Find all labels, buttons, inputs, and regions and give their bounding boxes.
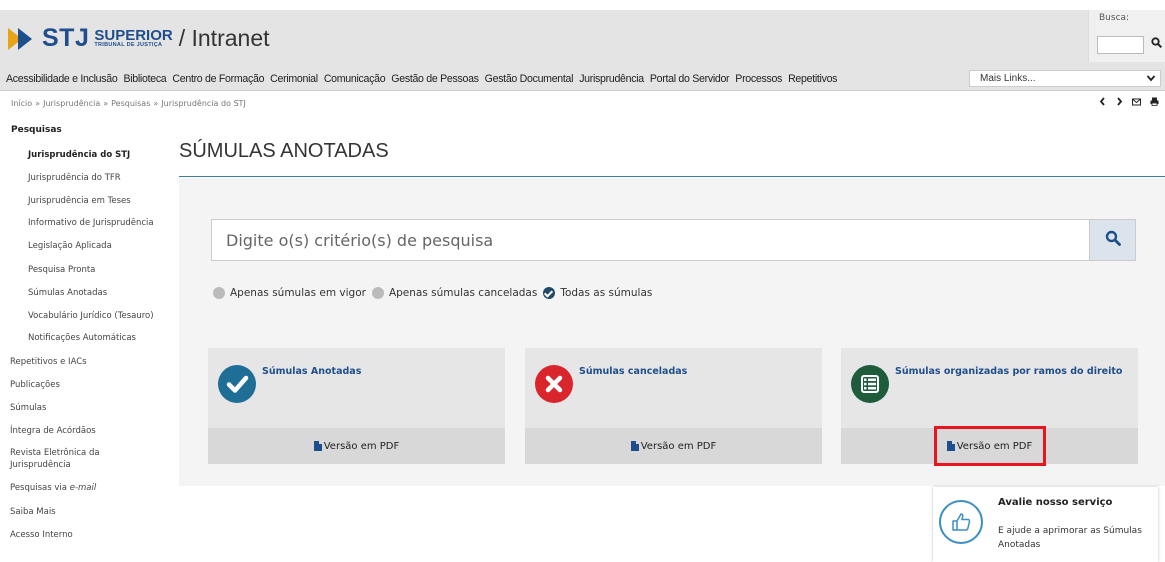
print-icon[interactable] xyxy=(1150,97,1159,109)
nav-item-gestao-pessoas[interactable]: Gestão de Pessoas xyxy=(391,73,479,85)
sumula-filter-radios: Apenas súmulas em vigor Apenas súmulas c… xyxy=(213,287,658,299)
highlight-box xyxy=(934,426,1046,466)
search-box xyxy=(211,219,1136,261)
card-title[interactable]: Súmulas organizadas por ramos do direito xyxy=(895,363,1125,380)
thumbs-up-icon xyxy=(939,500,983,544)
stj-logo-mark-icon xyxy=(8,26,38,52)
feedback-title: Avalie nosso serviço xyxy=(998,497,1113,508)
breadcrumb-item[interactable]: Jurisprudência do STJ xyxy=(161,99,246,108)
nav-item-repetitivos[interactable]: Repetitivos xyxy=(788,73,837,85)
pdf-file-icon xyxy=(313,441,322,451)
nav-item-jurisprudencia[interactable]: Jurisprudência xyxy=(579,73,644,85)
logo-stj-text: STJ xyxy=(42,24,90,52)
sidebar-item-saiba-mais[interactable]: Saiba Mais xyxy=(10,507,56,517)
breadcrumb: Início» Jurisprudência» Pesquisas» Jurispru… xyxy=(11,99,246,108)
sidebar-item-revista-eletronica[interactable]: Revista Eletrônica da xyxy=(10,448,100,458)
sidebar-item-acesso-interno[interactable]: Acesso Interno xyxy=(10,530,73,540)
sidebar-item-jurisprudencia-tfr[interactable]: Jurisprudência do TFR xyxy=(28,173,121,183)
radio-todas[interactable]: Todas as súmulas xyxy=(543,287,652,299)
logo-intranet-text: / Intranet xyxy=(178,25,270,51)
radio-unchecked-icon xyxy=(213,287,225,299)
card-sumulas-canceladas: Súmulas canceladas Versão em PDF xyxy=(525,348,822,464)
busca-panel: Busca: xyxy=(1088,10,1165,62)
nav-item-acessibilidade[interactable]: Acessibilidade e Inclusão xyxy=(6,73,118,85)
sidebar-item-notificacoes[interactable]: Notificações Automáticas xyxy=(28,333,136,343)
pdf-link[interactable]: Versão em PDF xyxy=(208,428,505,464)
card-header[interactable]: Súmulas Anotadas xyxy=(208,348,505,428)
top-strip xyxy=(0,0,1165,10)
chevron-down-icon xyxy=(1146,71,1156,90)
top-nav: Acessibilidade e Inclusão Biblioteca Cen… xyxy=(0,68,1165,91)
nav-item-portal-servidor[interactable]: Portal do Servidor xyxy=(650,73,730,85)
sidebar-item-sumulas[interactable]: Súmulas xyxy=(10,403,46,413)
radio-apenas-vigor[interactable]: Apenas súmulas em vigor xyxy=(213,287,366,299)
search-button[interactable] xyxy=(1089,220,1135,260)
sidebar-item-publicacoes[interactable]: Publicações xyxy=(10,380,60,390)
mais-links-select[interactable]: Mais Links... xyxy=(969,70,1161,87)
next-icon[interactable] xyxy=(1116,97,1123,109)
page-tools xyxy=(1099,97,1159,109)
x-icon xyxy=(535,365,573,403)
check-icon xyxy=(218,365,256,403)
busca-input[interactable] xyxy=(1097,36,1144,54)
card-title[interactable]: Súmulas canceladas xyxy=(579,363,809,380)
sidebar-heading: Pesquisas xyxy=(11,125,62,135)
sidebar-item-revista-eletronica-line2[interactable]: Jurisprudência xyxy=(10,460,71,470)
breadcrumb-item[interactable]: Pesquisas xyxy=(111,99,150,108)
logo-superior-text: SUPERIOR xyxy=(94,27,173,45)
nav-item-processos[interactable]: Processos xyxy=(735,73,782,85)
card-header[interactable]: Súmulas organizadas por ramos do direito xyxy=(841,348,1138,428)
nav-item-comunicacao[interactable]: Comunicação xyxy=(324,73,386,85)
title-divider xyxy=(179,176,1165,177)
sidebar-item-jurisprudencia-teses[interactable]: Jurisprudência em Teses xyxy=(28,196,131,206)
pdf-file-icon xyxy=(630,441,639,451)
sidebar-item-jurisprudencia-stj[interactable]: Jurisprudência do STJ xyxy=(28,150,130,160)
mais-links-label: Mais Links... xyxy=(980,73,1036,84)
logo-tribunal-text: TRIBUNAL DE JUSTIÇA xyxy=(94,42,163,49)
sidebar-item-legislacao[interactable]: Legislação Aplicada xyxy=(28,241,112,251)
pdf-link[interactable]: Versão em PDF xyxy=(525,428,822,464)
sidebar-item-repetitivos-iacs[interactable]: Repetitivos e IACs xyxy=(10,357,87,367)
sidebar-item-sumulas-anotadas[interactable]: Súmulas Anotadas xyxy=(28,288,107,298)
stj-logo[interactable]: STJ SUPERIOR TRIBUNAL DE JUSTIÇA / Intra… xyxy=(8,24,270,53)
search-icon[interactable] xyxy=(1151,37,1163,52)
sidebar-item-vocabulario[interactable]: Vocabulário Jurídico (Tesauro) xyxy=(28,311,154,321)
nav-item-cerimonial[interactable]: Cerimonial xyxy=(270,73,318,85)
previous-icon[interactable] xyxy=(1099,97,1106,109)
card-header[interactable]: Súmulas canceladas xyxy=(525,348,822,428)
feedback-text: E ajude a aprimorar as Súmulas Anotadas xyxy=(998,526,1142,550)
search-icon xyxy=(1105,230,1121,250)
breadcrumb-item[interactable]: Início xyxy=(11,99,32,108)
radio-checked-icon xyxy=(543,287,556,299)
breadcrumb-item[interactable]: Jurisprudência xyxy=(43,99,100,108)
sidebar-item-pesquisas-email[interactable]: Pesquisas via e-mail xyxy=(10,483,96,493)
radio-apenas-canceladas[interactable]: Apenas súmulas canceladas xyxy=(371,287,537,299)
header: STJ SUPERIOR TRIBUNAL DE JUSTIÇA / Intra… xyxy=(0,10,1165,68)
card-sumulas-anotadas: Súmulas Anotadas Versão em PDF xyxy=(208,348,505,464)
nav-item-centro-formacao[interactable]: Centro de Formação xyxy=(172,73,264,85)
sidebar-item-pesquisa-pronta[interactable]: Pesquisa Pronta xyxy=(28,265,95,275)
feedback-widget[interactable]: Avalie nosso serviço E ajude a aprimorar… xyxy=(933,487,1158,562)
radio-unchecked-icon xyxy=(371,287,384,299)
nav-item-biblioteca[interactable]: Biblioteca xyxy=(123,73,166,85)
email-icon[interactable] xyxy=(1131,98,1141,109)
list-icon xyxy=(851,365,889,403)
card-title[interactable]: Súmulas Anotadas xyxy=(262,363,492,380)
busca-label: Busca: xyxy=(1099,13,1130,23)
sidebar-item-informativo[interactable]: Informativo de Jurisprudência xyxy=(28,218,154,228)
nav-item-gestao-documental[interactable]: Gestão Documental xyxy=(485,73,574,85)
sidebar-item-integra-acordaos[interactable]: Íntegra de Acórdãos xyxy=(10,426,96,436)
page-title: SÚMULAS ANOTADAS xyxy=(179,140,389,162)
search-input[interactable] xyxy=(212,220,1090,260)
